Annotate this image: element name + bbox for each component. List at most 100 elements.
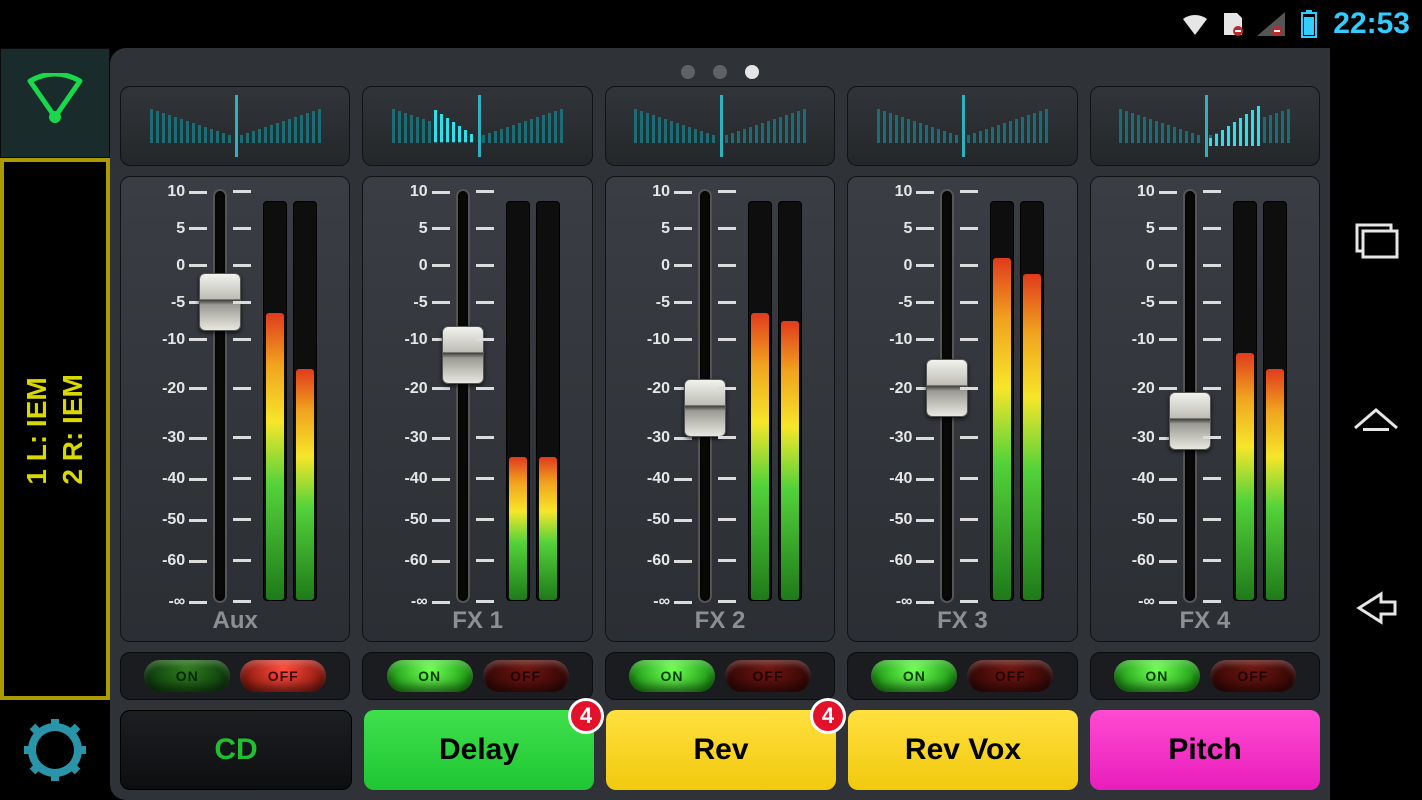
scale-label: -10	[1125, 331, 1155, 349]
fx-select-button[interactable]: CD	[120, 710, 352, 790]
fader-slider[interactable]	[940, 191, 954, 601]
clock: 22:53	[1333, 7, 1410, 41]
scale-label: -50	[155, 511, 185, 529]
pan-control[interactable]	[1090, 86, 1320, 166]
level-meter	[293, 201, 317, 601]
level-meter	[263, 201, 287, 601]
scale-label: -∞	[640, 593, 670, 611]
scale-label: -60	[398, 552, 428, 570]
level-meter	[1233, 201, 1257, 601]
page-dot[interactable]	[745, 65, 759, 79]
recent-apps-button[interactable]	[1346, 217, 1406, 263]
scale-label: 10	[155, 183, 185, 201]
channel-assign-panel[interactable]: 1 L: IEM 2 R: IEM	[0, 158, 110, 700]
off-button[interactable]: OFF	[240, 660, 326, 692]
off-button[interactable]: OFF	[483, 660, 569, 692]
scale-label: 10	[882, 183, 912, 201]
fader-slider[interactable]	[1183, 191, 1197, 601]
on-button[interactable]: ON	[1114, 660, 1200, 692]
settings-button[interactable]	[0, 700, 110, 800]
scale-label: -20	[640, 380, 670, 398]
scale-label: -30	[155, 429, 185, 447]
scale-label: 5	[1125, 220, 1155, 238]
off-button[interactable]: OFF	[725, 660, 811, 692]
mute-toggle: ON OFF	[847, 652, 1077, 700]
channel-strip: 1050-5-10-20-30-40-50-60-∞FX 3ONOFF	[847, 86, 1077, 700]
page-indicator[interactable]	[120, 58, 1320, 86]
button-label: Pitch	[1168, 733, 1241, 767]
pan-control[interactable]	[362, 86, 592, 166]
scale-label: -10	[882, 331, 912, 349]
pan-control[interactable]	[847, 86, 1077, 166]
scale-label: 5	[398, 220, 428, 238]
scale-label: -40	[882, 470, 912, 488]
notification-badge: 4	[568, 698, 604, 734]
scale-label: -50	[1125, 511, 1155, 529]
scale-label: -20	[398, 380, 428, 398]
fader-panel: 1050-5-10-20-30-40-50-60-∞FX 4	[1090, 176, 1320, 642]
scale-label: -60	[640, 552, 670, 570]
scale-label: -30	[882, 429, 912, 447]
fx-select-button[interactable]: Rev Vox	[848, 710, 1078, 790]
scale-label: -20	[1125, 380, 1155, 398]
button-label: Rev Vox	[905, 733, 1021, 767]
channel-strip: 1050-5-10-20-30-40-50-60-∞AuxONOFF	[120, 86, 350, 700]
scale-label: -∞	[1125, 593, 1155, 611]
level-meter	[506, 201, 530, 601]
on-button[interactable]: ON	[387, 660, 473, 692]
scale-label: -∞	[398, 593, 428, 611]
scale-label: 5	[882, 220, 912, 238]
scale-label: -50	[882, 511, 912, 529]
on-button[interactable]: ON	[629, 660, 715, 692]
channel-strip: 1050-5-10-20-30-40-50-60-∞FX 4ONOFF	[1090, 86, 1320, 700]
scale-label: -∞	[155, 593, 185, 611]
fader-slider[interactable]	[456, 191, 470, 601]
scale-label: 0	[1125, 257, 1155, 275]
home-button[interactable]	[1346, 401, 1406, 447]
scale-label: -10	[640, 331, 670, 349]
scale-label: -30	[640, 429, 670, 447]
fader-slider[interactable]	[698, 191, 712, 601]
scale-label: -40	[640, 470, 670, 488]
scale-label: 5	[640, 220, 670, 238]
scale-label: -10	[398, 331, 428, 349]
fader-slider[interactable]	[213, 191, 227, 601]
scale-label: -40	[398, 470, 428, 488]
fx-select-button[interactable]: Rev4	[606, 710, 836, 790]
scale-label: -∞	[882, 593, 912, 611]
mute-toggle: ON OFF	[1090, 652, 1320, 700]
fx-select-button[interactable]: Delay4	[364, 710, 594, 790]
assign-text: 1 L: IEM 2 R: IEM	[19, 374, 92, 484]
scale-label: -10	[155, 331, 185, 349]
page-dot[interactable]	[681, 65, 695, 79]
scale-label: 0	[640, 257, 670, 275]
back-button[interactable]	[1346, 585, 1406, 631]
fader-panel: 1050-5-10-20-30-40-50-60-∞FX 1	[362, 176, 592, 642]
scale-label: -40	[155, 470, 185, 488]
sd-card-icon	[1219, 10, 1247, 38]
scale-label: -5	[882, 294, 912, 312]
on-button[interactable]: ON	[144, 660, 230, 692]
channel-strip: 1050-5-10-20-30-40-50-60-∞FX 1ONOFF	[362, 86, 592, 700]
android-status-bar: 22:53	[0, 0, 1422, 48]
notification-badge: 4	[810, 698, 846, 734]
level-meter	[1263, 201, 1287, 601]
pan-control[interactable]	[605, 86, 835, 166]
connection-indicator[interactable]	[0, 48, 110, 158]
on-button[interactable]: ON	[871, 660, 957, 692]
scale-label: -40	[1125, 470, 1155, 488]
off-button[interactable]: OFF	[967, 660, 1053, 692]
fx-select-button[interactable]: Pitch	[1090, 710, 1320, 790]
mute-toggle: ON OFF	[605, 652, 835, 700]
scale-label: 10	[398, 183, 428, 201]
pan-control[interactable]	[120, 86, 350, 166]
level-meter	[778, 201, 802, 601]
scale-label: -5	[1125, 294, 1155, 312]
fader-panel: 1050-5-10-20-30-40-50-60-∞Aux	[120, 176, 350, 642]
battery-icon	[1295, 10, 1323, 38]
page-dot[interactable]	[713, 65, 727, 79]
off-button[interactable]: OFF	[1210, 660, 1296, 692]
scale-label: -20	[882, 380, 912, 398]
scale-label: 5	[155, 220, 185, 238]
signal-icon	[1257, 10, 1285, 38]
